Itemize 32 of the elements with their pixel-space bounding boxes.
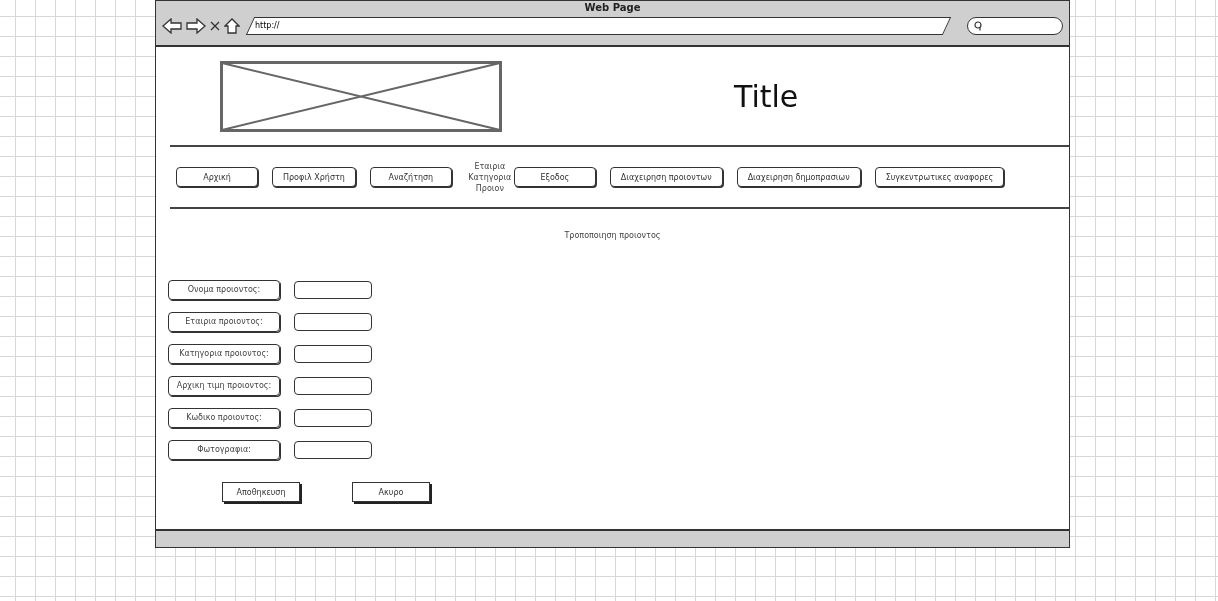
input-field[interactable] [294,313,372,331]
close-icon[interactable] [210,21,220,31]
search-field[interactable] [967,17,1063,35]
nav-label: Εταιρια Κατηγορια Προιον [467,160,513,194]
field-label: Ονομα προιοντος: [168,280,280,300]
nav-button[interactable]: Εξοδος [513,167,596,187]
window-title: Web Page [583,1,642,15]
input-field[interactable] [294,345,372,363]
input-field[interactable] [294,281,372,299]
search-icon [974,21,983,31]
page-heading: Τροποποιηση προιοντος [564,231,661,240]
page-title: Title [734,78,799,114]
field-label: Κωδικο προιοντος: [168,408,280,428]
nav-button[interactable]: Αρχική [176,167,258,187]
input-field[interactable] [294,441,372,459]
cancel-button[interactable]: Ακυρο [352,482,430,502]
input-field[interactable] [294,409,372,427]
back-icon[interactable] [162,18,182,34]
forward-icon[interactable] [186,18,206,34]
save-button[interactable]: Αποθηκευση [222,482,300,502]
address-field[interactable]: http:// [245,17,952,35]
home-icon[interactable] [224,18,240,34]
field-label: Φωτογραφια: [168,440,280,460]
nav-button[interactable]: Προφιλ Χρήστη [272,167,356,187]
nav-button[interactable]: Διαχειρηση προιοντων [609,167,723,187]
field-label: Αρχικη τιμη προιοντος: [168,376,280,396]
nav-button[interactable]: Διαχειρηση δημοπρασιων [736,167,861,187]
field-label: Κατηγορια προιοντος: [168,344,280,364]
field-label: Εταιρια προιοντος: [168,312,280,332]
nav-button[interactable]: Αναζήτηση [369,167,452,187]
input-field[interactable] [294,377,372,395]
nav-button[interactable]: Συγκεντρωτικες αναφορες [874,167,1005,187]
